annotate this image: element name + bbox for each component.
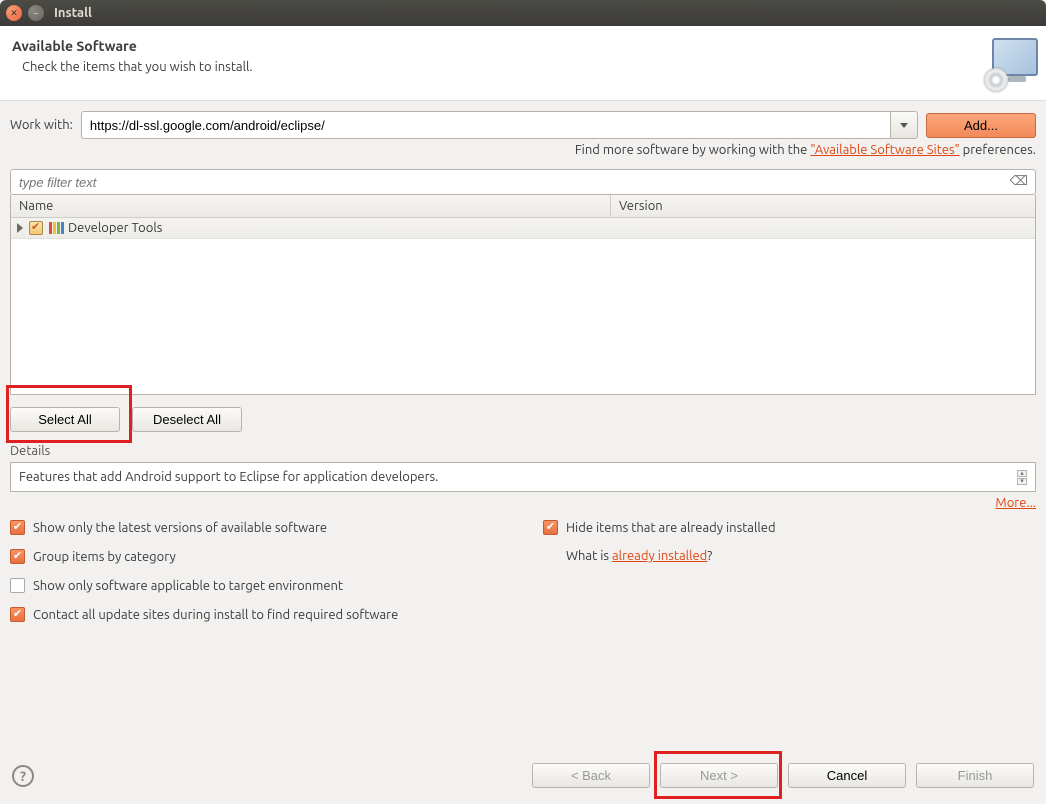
workwith-combo[interactable] [81,111,918,139]
header-subtitle: Check the items that you wish to install… [22,60,253,74]
header-title: Available Software [12,38,253,54]
checkbox-group[interactable] [10,549,25,564]
label-contact-sites: Contact all update sites during install … [33,608,398,622]
label-hide-installed: Hide items that are already installed [566,521,776,535]
column-name[interactable]: Name [11,195,611,217]
workwith-input[interactable] [81,111,890,139]
software-sites-hint: Find more software by working with the "… [10,143,1036,157]
window-close-icon[interactable]: ✕ [6,5,22,21]
software-tree[interactable]: Name Version Developer Tools [10,195,1036,395]
deselect-all-button[interactable]: Deselect All [132,407,242,432]
tree-header: Name Version [11,195,1035,218]
checkbox-contact-sites[interactable] [10,607,25,622]
label-group: Group items by category [33,550,176,564]
tree-item-label: Developer Tools [68,221,162,235]
already-installed-line: What is already installed? [543,549,1036,563]
dialog-header: Available Software Check the items that … [0,26,1046,101]
cancel-button[interactable]: Cancel [788,763,906,788]
workwith-dropdown-button[interactable] [890,111,918,139]
add-button[interactable]: Add... [926,113,1036,138]
window-title: Install [54,6,92,20]
label-target-env: Show only software applicable to target … [33,579,343,593]
expand-icon[interactable] [17,223,23,233]
workwith-label: Work with: [10,118,73,132]
window-minimize-icon[interactable]: – [28,5,44,21]
tree-row[interactable]: Developer Tools [11,218,1035,239]
finish-button[interactable]: Finish [916,763,1034,788]
checkbox-hide-installed[interactable] [543,520,558,535]
help-icon[interactable]: ? [12,765,34,787]
back-button[interactable]: < Back [532,763,650,788]
checkbox-latest[interactable] [10,520,25,535]
wizard-button-bar: ? < Back Next > Cancel Finish [0,749,1046,804]
details-label: Details [10,440,1036,462]
install-wizard-icon [984,38,1038,92]
details-text: Features that add Android support to Ecl… [19,470,438,484]
label-latest: Show only the latest versions of availab… [33,521,327,535]
details-more-link[interactable]: More... [995,496,1036,510]
title-bar: ✕ – Install [0,0,1046,26]
details-box: Features that add Android support to Ecl… [10,462,1036,492]
options-grid: Show only the latest versions of availab… [10,520,1036,622]
chevron-down-icon [900,123,908,128]
filter-input[interactable] [10,169,1036,195]
already-installed-link[interactable]: already installed [612,549,707,563]
feature-icon [49,222,64,234]
column-version[interactable]: Version [611,195,1035,217]
available-sites-link[interactable]: "Available Software Sites" [810,143,959,157]
clear-filter-icon[interactable]: ⌫ [1010,174,1028,189]
checkbox-target-env[interactable] [10,578,25,593]
next-button[interactable]: Next > [660,763,778,788]
details-scroller[interactable]: ▴▾ [1017,470,1027,485]
select-all-button[interactable]: Select All [10,407,120,432]
checkbox-checked-icon[interactable] [29,221,43,235]
